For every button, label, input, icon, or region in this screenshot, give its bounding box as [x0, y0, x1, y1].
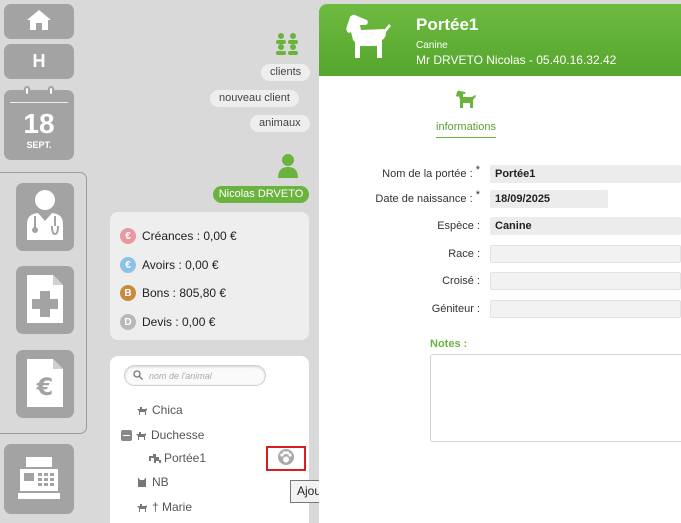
record-species: Canine: [416, 40, 448, 51]
field-label: Croisé :: [442, 275, 480, 287]
calendar-divider: [10, 102, 68, 103]
credits-row[interactable]: € Avoirs : 0,00 €: [120, 257, 219, 273]
calendar-month: SEPT.: [26, 140, 52, 150]
dog-icon: [136, 404, 148, 416]
paw-icon: [277, 448, 295, 469]
finance-panel: € Créances : 0,00 € € Avoirs : 0,00 € B …: [110, 212, 309, 340]
dog-icon: [339, 12, 399, 70]
field-birth-date: Date de naissance : * 18/09/2025: [319, 189, 608, 208]
receivables-label: Créances : 0,00 €: [142, 229, 237, 243]
tree-item-label: Chica: [152, 403, 183, 417]
h-button[interactable]: H: [4, 44, 74, 79]
doctor-button[interactable]: [16, 183, 74, 251]
field-breed: Race :: [319, 245, 681, 263]
field-crossbred: Croisé :: [319, 272, 681, 290]
invoice-button[interactable]: €: [16, 350, 74, 418]
tab-informations[interactable]: informations: [435, 88, 497, 138]
tree-item-marie[interactable]: † Marie: [136, 500, 192, 514]
animals-link[interactable]: animaux: [250, 115, 310, 132]
svg-text:€: €: [36, 373, 54, 401]
tree-item-chica[interactable]: Chica: [136, 403, 183, 417]
vouchers-coin-icon: B: [120, 285, 136, 301]
notes-label: Notes :: [430, 338, 468, 350]
field-label: Nom de la portée : *: [382, 164, 480, 180]
field-label: Race :: [448, 248, 480, 260]
receivables-row[interactable]: € Créances : 0,00 €: [120, 228, 237, 244]
tab-label: informations: [436, 121, 496, 138]
tree-item-portee1[interactable]: Portée1: [148, 451, 206, 465]
quotes-coin-icon: D: [120, 314, 136, 330]
sire-input[interactable]: [490, 300, 681, 318]
calendar-ring-icon: [48, 86, 54, 96]
cat-icon: [136, 476, 148, 488]
user-icon: [278, 154, 298, 181]
clients-group-icon: [275, 33, 299, 58]
record-owner: Mr DRVETO Nicolas - 05.40.16.32.42: [416, 53, 617, 67]
record-title: Portée1: [416, 15, 479, 34]
birth-date-input[interactable]: 18/09/2025: [490, 190, 608, 208]
tree-item-duchesse[interactable]: Duchesse: [121, 428, 204, 442]
calendar-button[interactable]: 18 SEPT.: [4, 86, 74, 160]
field-label: Espèce :: [437, 220, 480, 232]
crossbred-input[interactable]: [490, 272, 681, 290]
vouchers-label: Bons : 805,80 €: [142, 286, 227, 300]
tree-item-nb[interactable]: NB: [136, 475, 169, 489]
field-litter-name: Nom de la portée : * Portée1: [319, 164, 681, 183]
dog-info-icon: [454, 88, 478, 115]
field-sire: Géniteur :: [319, 300, 681, 318]
field-species: Espèce : Canine: [319, 217, 681, 235]
litter-icon: [148, 452, 161, 464]
dog-icon: [136, 501, 148, 513]
home-icon: [26, 9, 52, 34]
add-descendant-button[interactable]: [266, 446, 306, 471]
calendar-day: 18: [23, 108, 55, 139]
animal-tree-panel: nom de l'animal Chica Duchesse Portée1 N…: [110, 356, 309, 523]
record-banner: Portée1 Canine Mr DRVETO Nicolas - 05.40…: [319, 4, 681, 76]
doctor-icon: [24, 188, 66, 247]
receivables-coin-icon: €: [120, 228, 136, 244]
invoice-euro-icon: €: [25, 357, 65, 412]
tree-item-label: Duchesse: [151, 428, 205, 442]
quotes-row[interactable]: D Devis : 0,00 €: [120, 314, 215, 330]
collapse-icon[interactable]: [121, 429, 132, 441]
credits-label: Avoirs : 0,00 €: [142, 258, 219, 272]
species-select[interactable]: Canine: [490, 217, 681, 235]
tree-item-label: NB: [152, 475, 169, 489]
new-client-link[interactable]: nouveau client: [210, 90, 299, 107]
cash-register-icon: [16, 455, 62, 504]
animal-search-input[interactable]: nom de l'animal: [124, 365, 266, 386]
credits-coin-icon: €: [120, 257, 136, 273]
notes-textarea[interactable]: [430, 354, 681, 442]
cash-register-button[interactable]: [4, 444, 74, 514]
vouchers-row[interactable]: B Bons : 805,80 €: [120, 285, 226, 301]
medical-record-button[interactable]: [16, 266, 74, 334]
medical-record-icon: [25, 273, 65, 328]
search-icon: [133, 369, 143, 382]
calendar-ring-icon: [24, 86, 30, 96]
record-panel: Portée1 Canine Mr DRVETO Nicolas - 05.40…: [319, 4, 681, 523]
tree-item-label: Portée1: [164, 451, 207, 465]
litter-name-input[interactable]: Portée1: [490, 165, 681, 183]
h-label: H: [32, 51, 46, 71]
quotes-label: Devis : 0,00 €: [142, 315, 216, 329]
field-label: Géniteur :: [431, 303, 480, 315]
tree-item-label: † Marie: [152, 500, 193, 514]
search-placeholder: nom de l'animal: [149, 370, 212, 381]
dog-icon: [135, 429, 147, 441]
breed-input[interactable]: [490, 245, 681, 263]
user-name-badge[interactable]: Nicolas DRVETO: [213, 186, 309, 203]
clients-link[interactable]: clients: [261, 64, 311, 81]
home-button[interactable]: [4, 4, 74, 39]
field-label: Date de naissance : *: [375, 189, 480, 205]
